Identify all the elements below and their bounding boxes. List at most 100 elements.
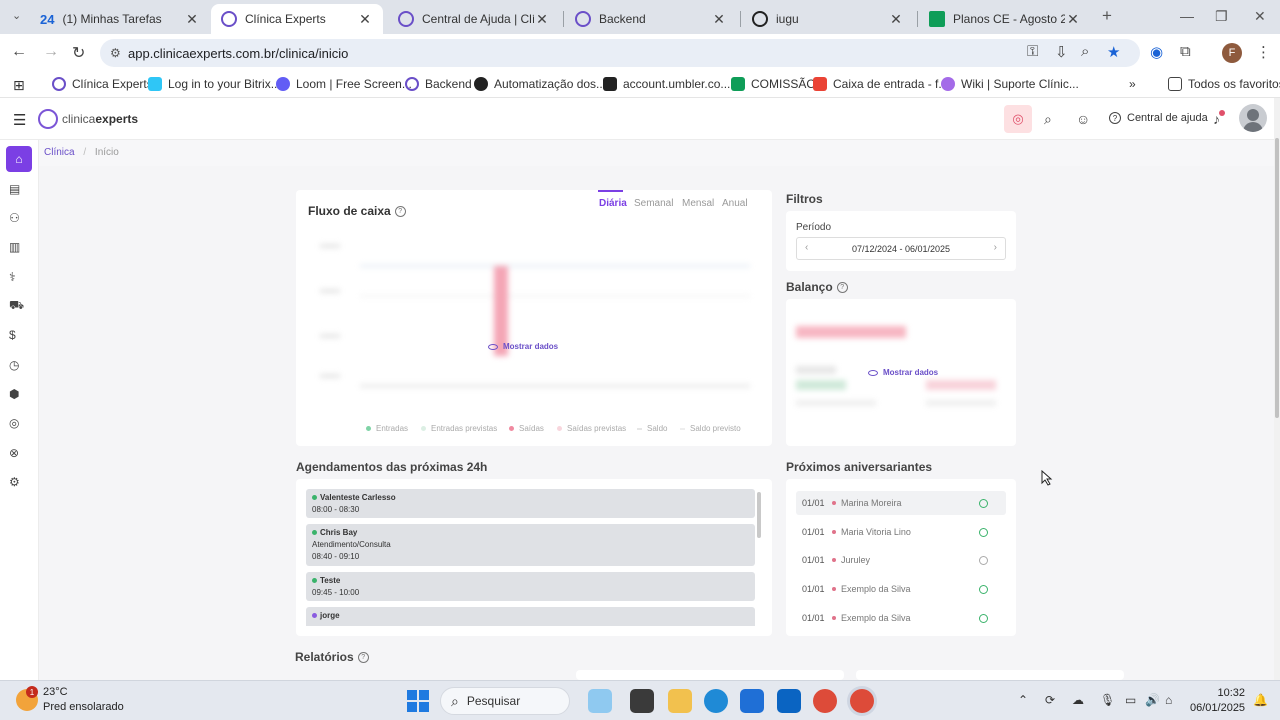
balance-show-data-button[interactable]: Mostrar dados [868,368,938,377]
sidebar-calendar-icon[interactable]: ▤ [9,179,31,199]
extensions-puzzle-icon[interactable]: ⧉ [1180,43,1191,60]
bookmark-item[interactable]: Loom | Free Screen... [276,77,412,91]
bookmark-item[interactable]: Wiki | Suporte Clínic... [941,77,1079,91]
whatsapp-icon[interactable] [979,527,988,537]
window-close-icon[interactable]: ✕ [1254,8,1266,25]
sidebar-home-icon[interactable]: ⌂ [6,146,32,172]
birthday-item[interactable]: 01/01 Exemplo da Silva [796,606,1006,630]
close-icon[interactable]: ✕ [184,11,200,28]
tab-semanal[interactable]: Semanal [634,198,673,209]
tab-backend[interactable]: Backend ✕ [565,4,737,34]
whatsapp-icon[interactable] [979,584,988,594]
network-icon[interactable]: ⌂ [1165,693,1172,707]
close-icon[interactable]: ✕ [357,11,373,28]
reload-icon[interactable]: ↻ [72,43,85,63]
bookmark-item[interactable]: Caixa de entrada - f... [813,77,948,91]
tab-central-ajuda[interactable]: Central de Ajuda | Clínica E ✕ [388,4,560,34]
weather-temp[interactable]: 23°C [43,686,68,698]
back-icon[interactable]: ← [11,43,27,61]
menu-hamburger-icon[interactable]: ☰ [13,111,26,129]
help-icon[interactable]: ? [357,652,369,664]
edge-icon[interactable] [704,689,728,713]
chevron-right-icon[interactable]: › [994,242,997,253]
tab-minhas-tarefas[interactable]: 24 (1) Minhas Tarefas ✕ [30,4,210,34]
legend-entradas-previstas[interactable]: Entradas previstas [421,424,497,433]
sidebar-finance-icon[interactable]: $ [9,325,31,345]
microphone-icon[interactable]: 🎙 [1100,693,1115,707]
tab-anual[interactable]: Anual [722,198,748,209]
taskbar-clock[interactable]: 10:32 06/01/2025 [1190,687,1245,714]
tab-clinica-experts[interactable]: Clínica Experts ✕ [211,4,383,34]
legend-entradas[interactable]: Entradas [366,424,408,433]
whatsapp-icon[interactable] [979,498,988,508]
tab-mensal[interactable]: Mensal [682,198,714,209]
bookmark-item[interactable]: Automatização dos... [474,77,606,91]
appointment-item[interactable]: Chris Bay Atendimento/Consulta 08:40 - 0… [306,524,755,566]
appointment-item[interactable]: Valenteste Carlesso 08:00 - 08:30 [306,489,755,518]
chrome-active-icon[interactable] [850,689,874,713]
sidebar-board-icon[interactable]: ▥ [9,237,31,257]
restore-icon[interactable]: ❐ [1215,8,1228,25]
task-view-icon[interactable] [630,689,654,713]
install-app-icon[interactable]: ⇩ [1055,43,1068,61]
tab-iugu[interactable]: iugu ✕ [742,4,914,34]
sidebar-settings-icon[interactable]: ⚙ [9,472,31,492]
page-scrollbar[interactable] [1274,98,1280,680]
tab-search-icon[interactable]: ⌄ [12,9,21,22]
extension-icon[interactable]: ◉ [1150,43,1163,61]
weather-desc[interactable]: Pred ensolarado [43,701,124,713]
store-icon[interactable] [740,689,764,713]
sidebar-goals-icon[interactable]: ◷ [9,355,31,375]
profile-avatar[interactable]: F [1222,43,1242,63]
more-bookmarks-icon[interactable]: » [1129,77,1136,91]
birthday-item[interactable]: 01/01 Maria Vitoria Lino [796,520,1006,544]
birthday-item[interactable]: 01/01 Marina Moreira [796,491,1006,515]
app-logo[interactable]: clinica experts [38,109,138,129]
bookmark-item[interactable]: account.umbler.co... [603,77,730,91]
all-bookmarks[interactable]: Todos os favoritos [1168,77,1280,91]
cashflow-show-data-button[interactable]: Mostrar dados [488,342,558,351]
breadcrumb-root[interactable]: Clínica [44,147,75,158]
file-explorer-icon[interactable] [668,689,692,713]
appointment-item[interactable]: Teste 09:45 - 10:00 [306,572,755,601]
sidebar-integrations-icon[interactable]: ⊗ [9,443,31,463]
site-info-icon[interactable]: ⚙ [110,46,121,60]
search-icon[interactable]: ⌕ [1044,111,1052,128]
legend-saldo-previsto[interactable]: Saldo previsto [680,424,741,433]
outlook-icon[interactable] [777,689,801,713]
period-date-range[interactable]: ‹ 07/12/2024 - 06/01/2025 › [796,237,1006,260]
sync-icon[interactable]: ⟳ [1045,693,1055,707]
bookmark-item[interactable]: COMISSÃO [731,77,816,91]
sidebar-inventory-icon[interactable]: ⬢ [9,384,31,404]
volume-icon[interactable]: 🔊 [1145,693,1160,707]
user-avatar[interactable] [1239,104,1267,132]
apps-grid-icon[interactable]: ⊞ [13,77,25,94]
taskbar-search[interactable]: ⌕ Pesquisar [440,687,570,715]
help-center-button[interactable]: ? Central de ajuda [1109,112,1208,124]
legend-saidas[interactable]: Saídas [509,424,544,433]
bookmark-item[interactable]: Clínica Experts [52,77,153,91]
url-input[interactable]: ⚙ app.clinicaexperts.com.br/clinica/inic… [100,39,1140,67]
widgets-icon[interactable] [588,689,612,713]
password-key-icon[interactable]: ⚿ [1027,43,1038,60]
tab-diaria[interactable]: Diária [599,198,627,209]
bookmark-item[interactable]: Log in to your Bitrix... [148,77,281,91]
birthday-item[interactable]: 01/01 Exemplo da Silva [796,577,1006,601]
close-icon[interactable]: ✕ [888,11,904,28]
whatsapp-button[interactable]: ◎ [1004,105,1032,133]
help-icon[interactable]: ? [836,282,848,294]
display-icon[interactable]: ▭ [1125,693,1136,707]
chevron-left-icon[interactable]: ‹ [805,242,808,253]
sidebar-cart-icon[interactable]: ⛟ [9,296,31,316]
sidebar-patients-icon[interactable]: ⚇ [9,208,31,228]
show-hidden-icons-icon[interactable]: ⌃ [1018,693,1028,707]
legend-saldo[interactable]: Saldo [637,424,667,433]
close-icon[interactable]: ✕ [711,11,727,28]
zoom-icon[interactable]: ⌕ [1081,43,1089,60]
whatsapp-icon[interactable] [979,613,988,623]
forward-icon[interactable]: → [43,43,59,61]
contacts-icon[interactable]: ☺ [1076,111,1090,127]
close-icon[interactable]: ✕ [1065,11,1081,28]
notifications-bell-icon[interactable]: 🔔 [1253,693,1268,707]
sidebar-marketing-icon[interactable]: ◎ [9,413,31,433]
